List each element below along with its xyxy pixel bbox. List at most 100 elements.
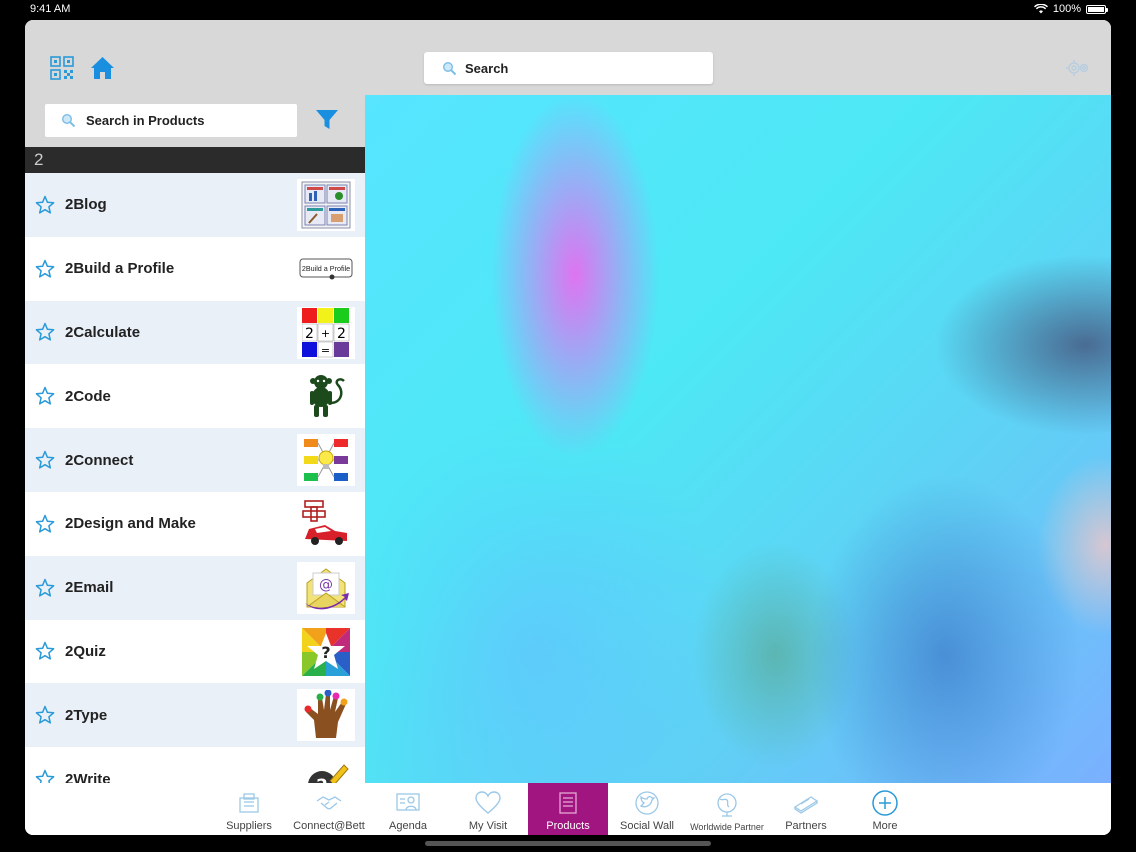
product-search-label: Search in Products	[86, 113, 205, 128]
list-item-label: 2Connect	[65, 451, 134, 469]
favorite-star-icon[interactable]	[35, 705, 55, 725]
suppliers-icon	[239, 793, 259, 813]
favorite-star-icon[interactable]	[35, 386, 55, 406]
globe-icon	[717, 793, 737, 817]
tab-more[interactable]: More	[845, 783, 925, 835]
list-item[interactable]: 2Build a Profile 2Build a Profile	[25, 237, 365, 301]
list-item[interactable]: 2Type	[25, 683, 365, 748]
tab-suppliers[interactable]: Suppliers	[209, 783, 289, 835]
battery-percent: 100%	[1052, 3, 1081, 15]
favorite-star-icon[interactable]	[35, 450, 55, 470]
search-icon	[442, 61, 457, 75]
thumb-text: 2	[305, 326, 314, 342]
list-item-label: 2Design and Make	[65, 515, 196, 533]
list-item[interactable]: 2Email @	[25, 555, 365, 620]
product-thumbnail	[297, 434, 355, 487]
tab-connect-bett[interactable]: Connect@Bett	[289, 783, 369, 835]
list-item[interactable]: 2Quiz ?	[25, 620, 365, 684]
tab-label: More	[872, 820, 898, 832]
list-item[interactable]: 2Calculate 2 + 2 =	[25, 300, 365, 365]
list-item[interactable]: 2Design and Make	[25, 492, 365, 556]
lightbulb-connect-icon	[304, 439, 348, 482]
status-time: 9:41 AM	[30, 3, 71, 15]
home-icon[interactable]	[90, 56, 115, 80]
product-thumbnail	[297, 179, 355, 231]
sidebar-search-bar: Search in Products	[25, 95, 365, 147]
list-item-label: 2Quiz	[65, 642, 106, 660]
battery-icon	[1086, 4, 1108, 14]
tab-label: Suppliers	[226, 820, 272, 832]
tab-my-visit[interactable]: My Visit	[448, 783, 528, 835]
home-indicator[interactable]	[425, 841, 711, 846]
tab-bar: Suppliers Connect@Bett Agenda My Visit P…	[25, 783, 1111, 835]
thumb-text: ?	[321, 643, 330, 662]
product-thumbnail: @	[297, 561, 355, 614]
product-thumbnail	[297, 370, 355, 423]
thumb-text: +	[321, 327, 330, 340]
tab-label: My Visit	[468, 820, 508, 832]
thumb-text: 2Build a Profile	[302, 264, 350, 273]
global-search-label: Search	[465, 60, 509, 76]
favorite-star-icon[interactable]	[35, 641, 55, 661]
list-item[interactable]: 2Blog	[25, 173, 365, 237]
favorite-star-icon[interactable]	[35, 322, 55, 342]
favorite-star-icon[interactable]	[35, 259, 55, 279]
list-item-label: 2Calculate	[65, 323, 141, 341]
list-item-label: 2Type	[65, 706, 108, 724]
qr-code-icon[interactable]	[50, 56, 74, 80]
favorite-star-icon[interactable]	[35, 195, 55, 215]
list-item[interactable]: 2Connect	[25, 428, 365, 492]
thumb-text: =	[321, 344, 330, 357]
product-thumbnail: 2 + 2 =	[297, 306, 355, 359]
car-design-icon	[302, 500, 347, 545]
product-preview-background	[365, 95, 1111, 783]
typing-hand-icon	[304, 690, 348, 739]
list-item-label: 2Code	[65, 387, 111, 405]
thumb-text: 2	[337, 326, 346, 342]
tab-label: Connect@Bett	[293, 820, 365, 832]
handshake-icon	[316, 796, 342, 810]
products-sidebar: Search in Products 2 2Blog 2Build a Prof…	[25, 95, 365, 806]
status-bar: 9:41 AM 100%	[0, 0, 1136, 20]
section-header: 2	[25, 147, 365, 173]
top-bar: Search	[25, 20, 1111, 95]
quiz-star-icon: ?	[302, 627, 350, 676]
wifi-icon	[1033, 4, 1048, 14]
favorite-star-icon[interactable]	[35, 514, 55, 534]
product-list: 2Blog 2Build a Profile 2Build a Profile …	[25, 173, 365, 811]
heart-icon	[475, 791, 501, 814]
profile-logo-icon: 2Build a Profile	[299, 258, 353, 280]
email-envelope-icon: @	[305, 568, 349, 610]
product-thumbnail	[297, 497, 355, 550]
product-thumbnail: 2Build a Profile	[297, 242, 355, 295]
settings-icon[interactable]	[1065, 58, 1091, 78]
blog-page-icon	[301, 181, 351, 229]
tab-partners[interactable]: Partners	[766, 783, 846, 835]
tab-agenda[interactable]: Agenda	[368, 783, 448, 835]
tab-label: Products	[546, 820, 590, 832]
bird-icon	[635, 791, 659, 815]
list-item-label: 2Email	[65, 579, 114, 597]
tab-worldwide-partner[interactable]: Worldwide Partner	[687, 783, 767, 835]
tab-label: Social Wall	[620, 820, 674, 832]
plus-circle-icon	[872, 790, 898, 816]
list-item-label: 2Blog	[65, 196, 107, 214]
calculator-grid-icon: 2 + 2 =	[302, 307, 350, 357]
thumb-text: @	[319, 577, 333, 593]
global-search-field[interactable]: Search	[424, 52, 713, 84]
search-icon	[61, 113, 76, 128]
product-thumbnail: ?	[297, 625, 355, 678]
tab-label: Worldwide Partner	[690, 822, 764, 832]
filter-icon[interactable]	[315, 109, 339, 131]
tab-social-wall[interactable]: Social Wall	[607, 783, 687, 835]
app-window: Search Search in Products 2 2Blog 2Build…	[25, 20, 1111, 835]
product-search-field[interactable]: Search in Products	[45, 104, 297, 137]
favorite-star-icon[interactable]	[35, 578, 55, 598]
tab-label: Agenda	[389, 820, 427, 832]
tab-products[interactable]: Products	[528, 783, 608, 835]
list-item-label: 2Build a Profile	[65, 260, 175, 278]
agenda-icon	[396, 793, 420, 811]
products-icon	[559, 792, 577, 814]
partners-icon	[793, 796, 819, 814]
list-item[interactable]: 2Code	[25, 364, 365, 428]
